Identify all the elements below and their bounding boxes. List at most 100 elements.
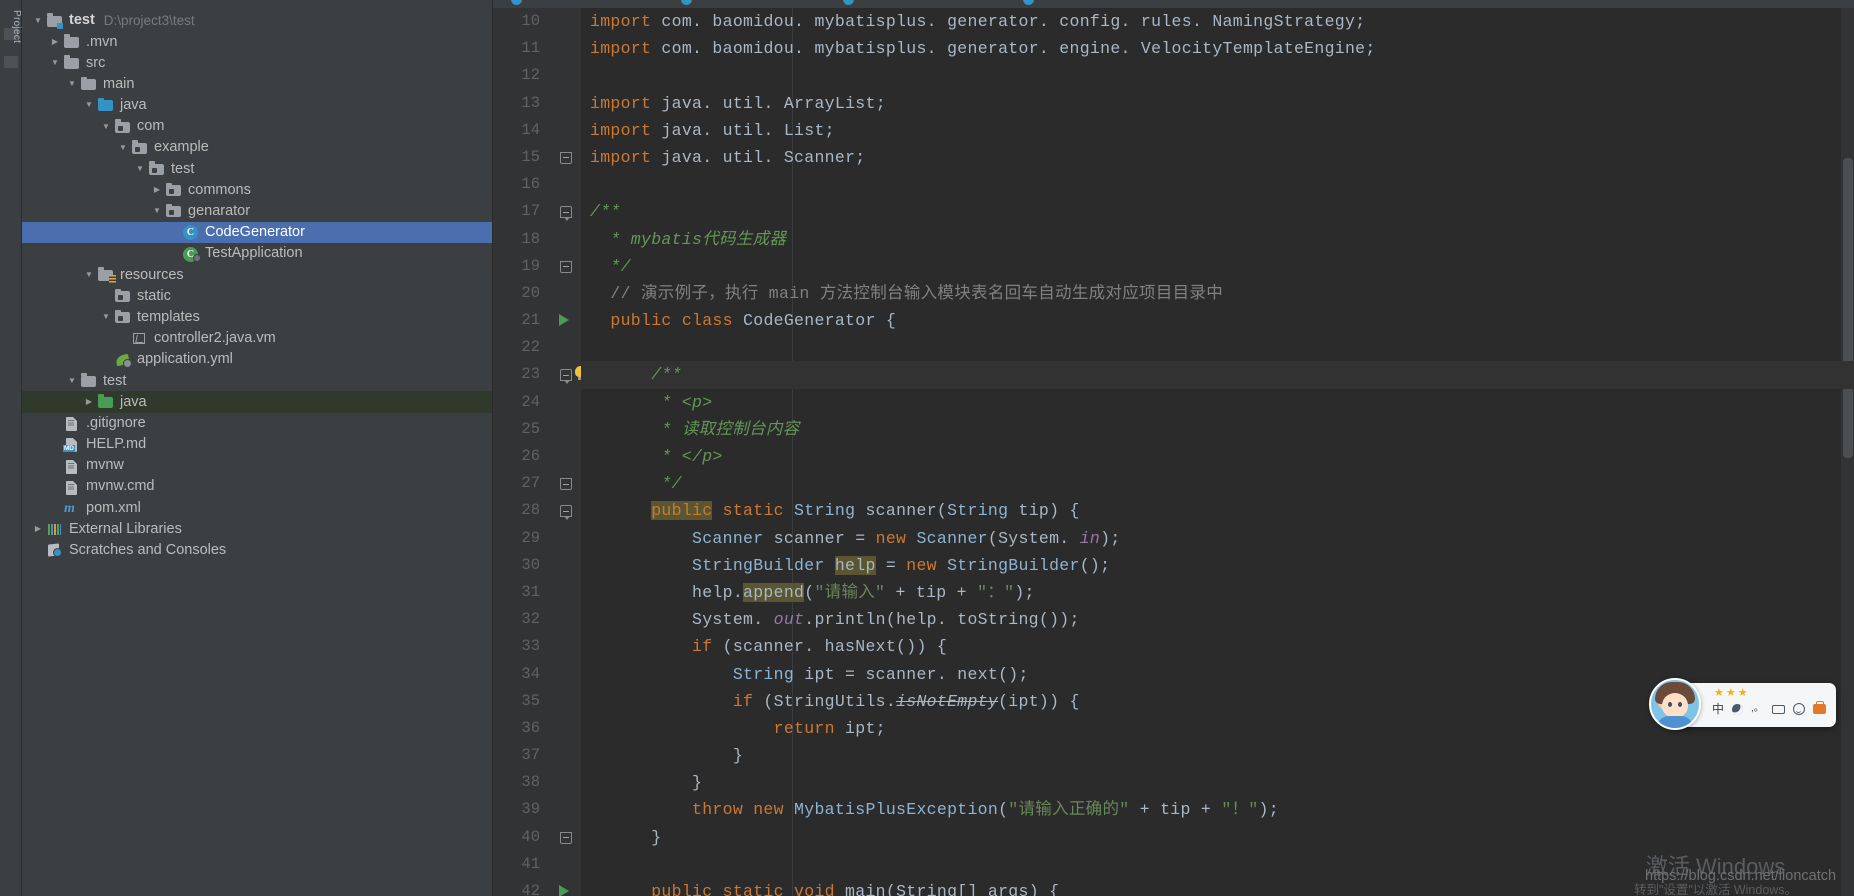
gutter-marker-cell[interactable] xyxy=(553,198,581,225)
code-line[interactable]: import java. util. Scanner; xyxy=(581,144,1854,171)
gutter-marker-cell[interactable] xyxy=(553,633,581,660)
code-line[interactable] xyxy=(581,334,1854,361)
gutter-marker-cell[interactable] xyxy=(553,552,581,579)
line-number[interactable]: 15 xyxy=(493,144,553,171)
gutter-marker-cell[interactable] xyxy=(553,35,581,62)
tree-item-test[interactable]: ▼ test xyxy=(22,158,492,179)
tree-item-external-libraries[interactable]: ▶ External Libraries xyxy=(22,519,492,540)
gutter-marker-cell[interactable] xyxy=(553,361,586,388)
project-tool-window-button[interactable]: Project xyxy=(0,8,22,43)
code-line[interactable] xyxy=(581,62,1854,89)
code-line[interactable]: */ xyxy=(581,253,1854,280)
project-tool-window[interactable]: ▼ test D:\project3\test ▶ .mvn ▼ src ▼ main ▼ java… xyxy=(22,0,493,896)
line-number[interactable]: 22 xyxy=(493,334,553,361)
code-line[interactable]: import com. baomidou. mybatisplus. gener… xyxy=(581,35,1854,62)
tree-item-templates[interactable]: ▼ templates xyxy=(22,307,492,328)
code-line[interactable]: throw new MybatisPlusException("请输入正确的" … xyxy=(581,796,1854,823)
line-number[interactable]: 35 xyxy=(493,688,553,715)
gutter-marker-cell[interactable] xyxy=(553,715,581,742)
gutter-marker-cell[interactable] xyxy=(553,525,581,552)
tree-item-help-md[interactable]: MD HELP.md xyxy=(22,434,492,455)
line-number[interactable]: 34 xyxy=(493,661,553,688)
chevron-down-icon[interactable]: ▼ xyxy=(132,164,148,173)
tool-strip-chip-2[interactable] xyxy=(4,56,18,68)
tree-item-com[interactable]: ▼ com xyxy=(22,116,492,137)
left-tool-window-strip[interactable]: Project xyxy=(0,0,22,896)
tree-item-mvnw[interactable]: mvnw xyxy=(22,455,492,476)
code-text-area[interactable]: import com. baomidou. mybatisplus. gener… xyxy=(581,8,1854,896)
chevron-down-icon[interactable]: ▼ xyxy=(81,270,97,279)
tree-item-java[interactable]: ▼ java xyxy=(22,95,492,116)
project-tree[interactable]: ▼ test D:\project3\test ▶ .mvn ▼ src ▼ main ▼ java… xyxy=(22,0,492,561)
code-line[interactable]: import java. util. List; xyxy=(581,117,1854,144)
code-fold-icon[interactable] xyxy=(560,151,572,164)
line-number[interactable]: 42 xyxy=(493,878,553,896)
tree-item-commons[interactable]: ▶ commons xyxy=(22,180,492,201)
code-folding-gutter[interactable] xyxy=(553,8,586,896)
code-fold-icon[interactable] xyxy=(560,206,572,222)
code-line[interactable]: } xyxy=(581,769,1854,796)
chevron-down-icon[interactable]: ▼ xyxy=(149,207,165,215)
code-line[interactable]: * 读取控制台内容 xyxy=(581,416,1854,443)
editor-tab-bar[interactable] xyxy=(493,0,1854,8)
code-line[interactable]: import com. baomidou. mybatisplus. gener… xyxy=(581,8,1854,35)
code-line[interactable]: /** xyxy=(581,361,1854,389)
code-line[interactable] xyxy=(581,851,1854,878)
tree-item-main[interactable]: ▼ main xyxy=(22,74,492,95)
chevron-down-icon[interactable]: ▼ xyxy=(47,58,63,67)
line-number[interactable]: 25 xyxy=(493,416,553,443)
gutter-marker-cell[interactable] xyxy=(553,661,581,688)
line-number[interactable]: 21 xyxy=(493,307,553,334)
gutter-marker-cell[interactable] xyxy=(553,688,581,715)
code-line[interactable]: } xyxy=(581,742,1854,769)
gutter-marker-cell[interactable] xyxy=(553,878,581,896)
tree-item-scratches-and-consoles[interactable]: Scratches and Consoles xyxy=(22,540,492,561)
code-fold-icon[interactable] xyxy=(560,260,572,273)
line-number[interactable]: 36 xyxy=(493,715,553,742)
code-line[interactable]: import java. util. ArrayList; xyxy=(581,90,1854,117)
code-fold-icon[interactable] xyxy=(560,505,572,521)
run-gutter-icon[interactable] xyxy=(559,314,569,327)
code-line[interactable]: * mybatis代码生成器 xyxy=(581,226,1854,253)
tree-item-pom-xml[interactable]: m pom.xml xyxy=(22,497,492,518)
tree-item-testapplication[interactable]: C TestApplication xyxy=(22,243,492,264)
line-number[interactable]: 41 xyxy=(493,851,553,878)
code-line[interactable]: */ xyxy=(581,470,1854,497)
code-line[interactable] xyxy=(581,171,1854,198)
chevron-down-icon[interactable]: ▼ xyxy=(98,122,114,131)
code-line[interactable]: Scanner scanner = new Scanner(System. in… xyxy=(581,525,1854,552)
code-line[interactable]: if (StringUtils.isNotEmpty(ipt)) { xyxy=(581,688,1854,715)
gutter-marker-cell[interactable] xyxy=(553,497,581,524)
gutter-marker-cell[interactable] xyxy=(553,389,581,416)
gutter-marker-cell[interactable] xyxy=(553,824,581,851)
line-number[interactable]: 26 xyxy=(493,443,553,470)
code-line[interactable]: * <p> xyxy=(581,389,1854,416)
tab-chip-4[interactable] xyxy=(1023,0,1034,8)
code-line[interactable]: String ipt = scanner. next(); xyxy=(581,661,1854,688)
tree-item-genarator[interactable]: ▼ genarator xyxy=(22,201,492,222)
line-number[interactable]: 39 xyxy=(493,796,553,823)
line-number[interactable]: 27 xyxy=(493,470,553,497)
tree-item--gitignore[interactable]: .gitignore xyxy=(22,413,492,434)
gutter-marker-cell[interactable] xyxy=(553,253,581,280)
code-line[interactable]: public static void main(String[] args) { xyxy=(581,878,1854,896)
code-line[interactable]: public class CodeGenerator { xyxy=(581,307,1854,334)
chevron-right-icon[interactable]: ▶ xyxy=(30,525,46,533)
tree-item-mvnw-cmd[interactable]: mvnw.cmd xyxy=(22,476,492,497)
tree-item-java[interactable]: ▶ java xyxy=(22,391,492,413)
tree-item-resources[interactable]: ▼ resources xyxy=(22,264,492,285)
tree-item-test[interactable]: ▼ test xyxy=(22,370,492,391)
line-number[interactable]: 23 xyxy=(493,361,553,388)
line-number[interactable]: 14 xyxy=(493,117,553,144)
chevron-down-icon[interactable]: ▼ xyxy=(30,16,46,25)
tree-item-test[interactable]: ▼ test D:\project3\test xyxy=(22,10,492,31)
line-number[interactable]: 12 xyxy=(493,62,553,89)
line-number[interactable]: 13 xyxy=(493,90,553,117)
run-gutter-icon[interactable] xyxy=(559,885,569,896)
chevron-right-icon[interactable]: ▶ xyxy=(149,186,165,194)
gutter-marker-cell[interactable] xyxy=(553,851,581,878)
line-number[interactable]: 30 xyxy=(493,552,553,579)
tree-item-static[interactable]: static xyxy=(22,285,492,306)
code-line[interactable]: // 演示例子，执行 main 方法控制台输入模块表名回车自动生成对应项目目录中 xyxy=(581,280,1854,307)
line-number[interactable]: 18 xyxy=(493,226,553,253)
